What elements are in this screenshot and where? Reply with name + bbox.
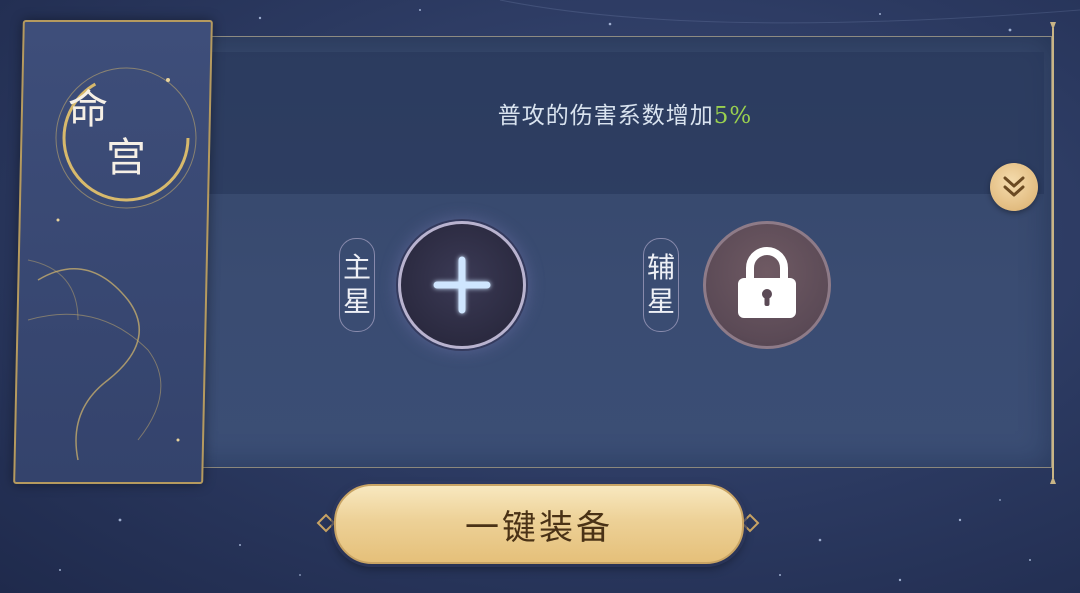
scroll-rail xyxy=(1050,22,1056,484)
side-tab-title: 命 宫 xyxy=(58,64,178,194)
bonus-text: 普攻的伤害系数增加 xyxy=(497,103,714,129)
side-title-char-1: 命 xyxy=(68,87,108,133)
double-chevron-down-icon xyxy=(1003,176,1025,197)
secondary-star-slot[interactable] xyxy=(703,221,831,349)
main-star-label-char-1: 主 xyxy=(342,251,371,284)
bonus-description: 普攻的伤害系数增加5% xyxy=(206,96,1044,130)
secondary-star-label-char-1: 辅 xyxy=(646,251,675,284)
secondary-star-label: 辅 星 xyxy=(643,238,679,332)
main-star-slot[interactable] xyxy=(398,221,526,349)
plus-icon xyxy=(433,256,491,314)
main-star-label: 主 星 xyxy=(339,238,375,332)
bonus-value: 5% xyxy=(713,103,753,129)
one-click-equip-button[interactable]: 一键装备 xyxy=(334,484,744,564)
main-star-label-char-2: 星 xyxy=(342,285,371,318)
secondary-star-label-char-2: 星 xyxy=(646,285,675,318)
equip-button-label: 一键装备 xyxy=(465,507,613,548)
side-title-char-2: 宫 xyxy=(106,135,146,181)
expand-button[interactable] xyxy=(990,163,1038,211)
lock-icon xyxy=(738,247,796,318)
